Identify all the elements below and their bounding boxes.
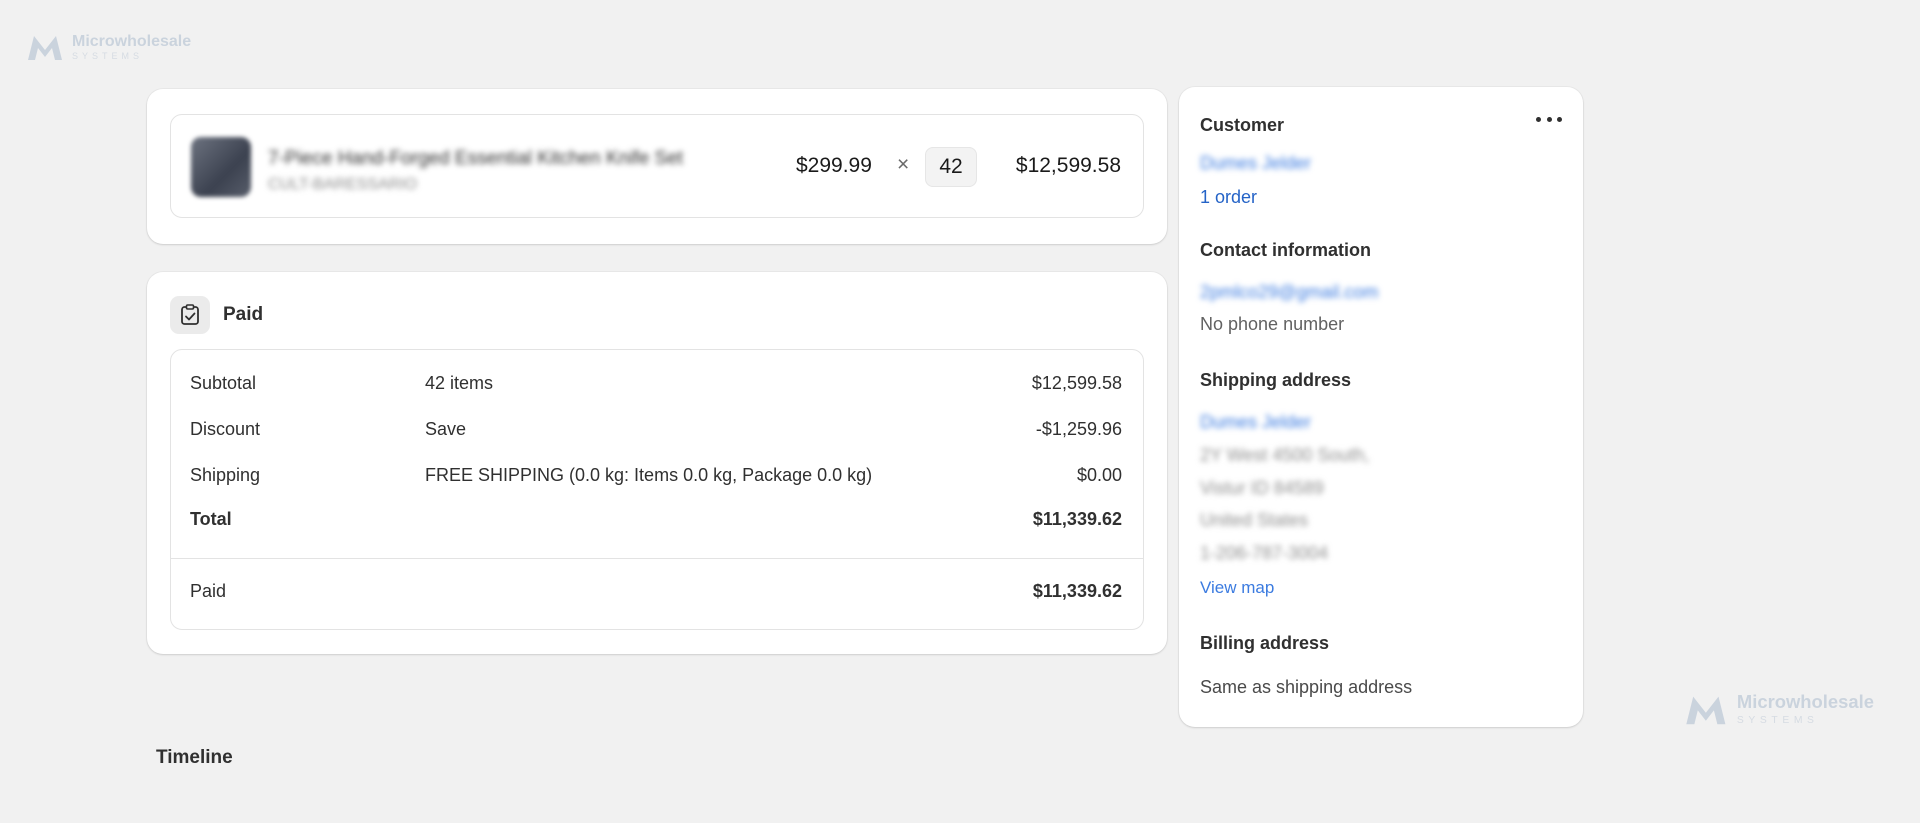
summary-label: Subtotal: [190, 373, 257, 393]
payment-card: Paid Subtotal 42 items $12,599.58 Discou…: [147, 272, 1167, 654]
summary-amount: -$1,259.96: [1035, 419, 1122, 439]
product-sku: CULT-BARESSARIO: [268, 176, 418, 193]
view-map-link[interactable]: View map: [1200, 578, 1274, 598]
customer-name-link[interactable]: Dumes Jelder: [1200, 153, 1311, 174]
summary-label: Paid: [190, 581, 227, 601]
unit-price: $299.99: [796, 154, 872, 177]
summary-label: Shipping: [190, 465, 261, 485]
summary-row-discount: Discount Save -$1,259.96: [190, 419, 1122, 443]
summary-label: Discount: [190, 419, 261, 439]
customer-phone: No phone number: [1200, 314, 1345, 334]
shipping-country: United States: [1200, 510, 1309, 530]
watermark-sub: SYSTEMS: [72, 50, 144, 61]
summary-detail: 42 items: [425, 373, 494, 393]
watermark-sub: SYSTEMS: [1736, 713, 1819, 725]
summary-amount: $0.00: [1076, 465, 1122, 485]
customer-heading: Customer: [1200, 115, 1285, 135]
line-item[interactable]: 7-Piece Hand-Forged Essential Kitchen Kn…: [170, 114, 1144, 218]
paid-status-icon: [170, 296, 210, 334]
line-items-card: 7-Piece Hand-Forged Essential Kitchen Kn…: [147, 89, 1167, 244]
clipboard-check-icon: [181, 304, 199, 325]
product-name[interactable]: 7-Piece Hand-Forged Essential Kitchen Kn…: [268, 148, 683, 170]
line-total: $12,599.58: [1015, 154, 1121, 177]
watermark-logo: Microwholesale SYSTEMS: [1684, 692, 1874, 727]
summary-amount: $11,339.62: [1032, 509, 1122, 529]
microwholesale-logo-icon: [28, 36, 62, 60]
customer-orders-link[interactable]: 1 order: [1200, 187, 1257, 208]
watermark-name: Microwholesale: [72, 32, 192, 50]
summary-amount: $12,599.58: [1031, 373, 1122, 393]
product-thumbnail[interactable]: [191, 137, 251, 197]
shipping-name: Dumes Jelder: [1200, 412, 1312, 432]
microwholesale-logo-icon: [1686, 696, 1726, 725]
watermark-logo: Microwholesale SYSTEMS: [26, 32, 191, 62]
shipping-line1: 2Y West 4500 South,: [1200, 445, 1370, 465]
shipping-phone: 1-206-787-3004: [1200, 543, 1329, 563]
multiply-icon: ×: [897, 153, 910, 176]
divider: [171, 558, 1143, 559]
shipping-line2: Vistur ID 84589: [1200, 478, 1324, 498]
quantity-badge: 42: [925, 147, 977, 187]
summary-detail: FREE SHIPPING (0.0 kg: Items 0.0 kg, Pac…: [425, 465, 873, 485]
watermark-name: Microwholesale: [1736, 692, 1874, 713]
payment-summary: Subtotal 42 items $12,599.58 Discount Sa…: [170, 349, 1144, 630]
shipping-address-heading: Shipping address: [1200, 370, 1352, 390]
summary-row-total: Total $11,339.62: [190, 509, 1122, 533]
summary-amount: $11,339.62: [1032, 581, 1122, 601]
summary-label: Total: [190, 509, 232, 529]
customer-card: Customer Dumes Jelder 1 order Contact in…: [1179, 87, 1583, 727]
summary-row-shipping: Shipping FREE SHIPPING (0.0 kg: Items 0.…: [190, 465, 1122, 489]
timeline-heading: Timeline: [156, 747, 233, 768]
contact-heading: Contact information: [1200, 240, 1371, 260]
payment-status-title: Paid: [223, 304, 264, 325]
summary-row-paid: Paid $11,339.62: [190, 581, 1122, 605]
more-actions-icon[interactable]: [1536, 113, 1562, 125]
summary-row-subtotal: Subtotal 42 items $12,599.58: [190, 373, 1122, 397]
billing-address-heading: Billing address: [1200, 633, 1330, 653]
customer-email-link[interactable]: 2pmlco29@gmail.com: [1200, 282, 1378, 303]
billing-address-value: Same as shipping address: [1200, 677, 1413, 697]
summary-detail: Save: [425, 419, 467, 439]
